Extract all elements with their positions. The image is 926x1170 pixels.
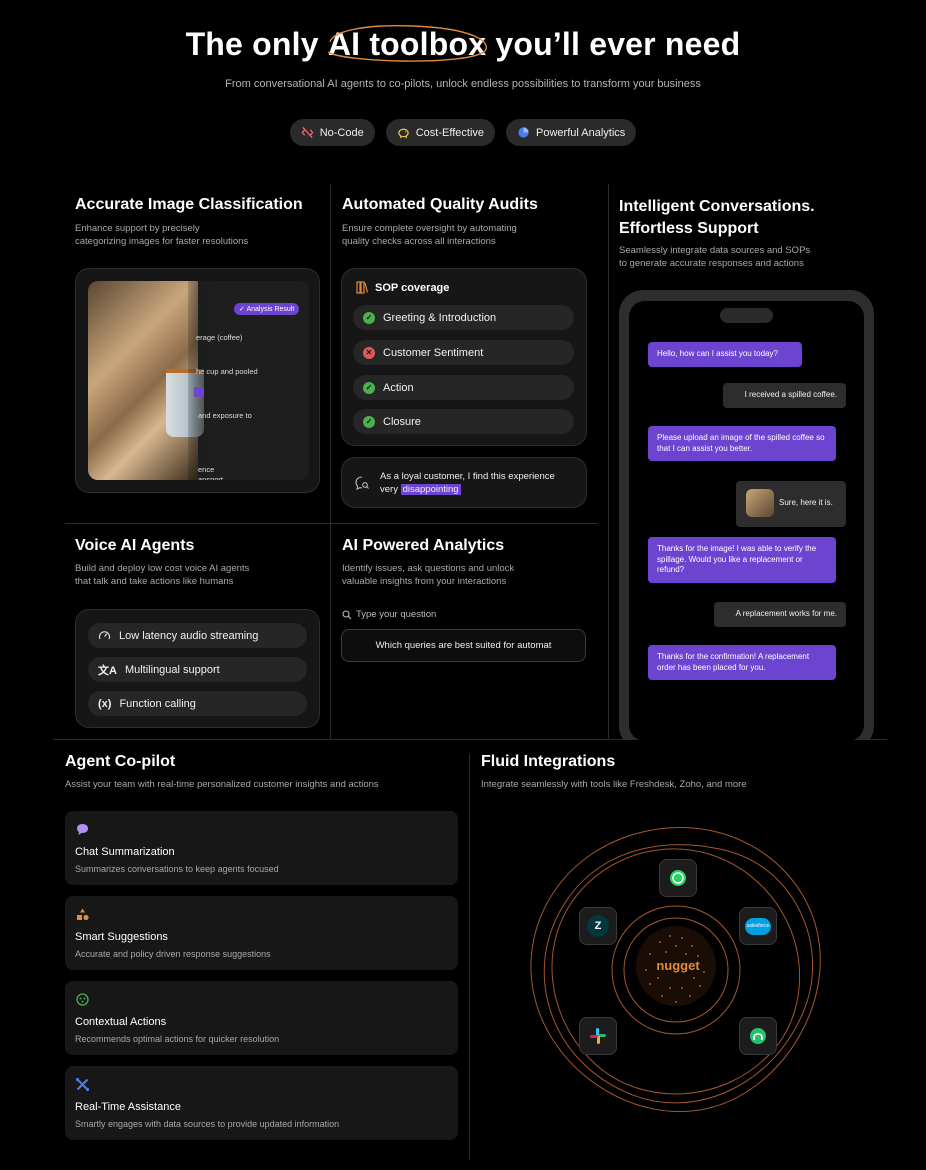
shapes-icon (77, 908, 89, 921)
copilot-card-smart-suggestions: Smart Suggestions Accurate and policy dr… (65, 896, 458, 970)
voice-feature: Low latency audio streaming (88, 623, 307, 648)
analysis-line: erage (coffee) (196, 333, 243, 342)
analysis-result-badge: ✓ Analysis Result (234, 303, 300, 315)
copilot-card-realtime-assistance: Real-Time Assistance Smartly engages wit… (65, 1066, 458, 1140)
analysis-line: ansport (198, 475, 224, 480)
phone-notch (720, 308, 773, 323)
translate-icon: 文A (98, 664, 117, 677)
analytics-title: AI Powered Analytics (342, 537, 505, 554)
hero-title-pre: The only (185, 26, 328, 62)
analytics-query-input[interactable]: Which queries are best suited for automa… (341, 629, 586, 662)
sentiment-quote: As a loyal customer, I find this experie… (380, 471, 555, 495)
books-icon (356, 281, 368, 294)
quality-audits-title: Automated Quality Audits (342, 196, 538, 213)
voice-feature: (x) Function calling (88, 691, 307, 716)
coffee-image: ✓ Analysis Result erage (coffee) he cup … (88, 281, 309, 480)
target-icon (76, 993, 89, 1006)
piggy-bank-icon (397, 128, 409, 139)
drag-handle[interactable] (194, 387, 204, 397)
voice-title: Voice AI Agents (75, 537, 195, 554)
chat-bubble-user: I received a spilled coffee. (723, 383, 846, 408)
zendesk-icon[interactable]: Z (579, 907, 617, 945)
tools-icon (75, 1077, 90, 1092)
conversations-title: Intelligent Conversations. Effortless Sup… (619, 198, 815, 237)
coffee-thumbnail[interactable] (746, 489, 774, 517)
analysis-line: and exposure to (198, 411, 252, 420)
no-code-icon (301, 126, 314, 139)
analytics-search-label: Type your question (342, 609, 436, 620)
quality-audits-desc: Ensure complete oversight by automating q… (342, 223, 517, 247)
chat-bubble-user: A replacement works for me. (714, 602, 846, 627)
divider (65, 523, 598, 524)
whatsapp-icon[interactable] (659, 859, 697, 897)
voice-feature: 文A Multilingual support (88, 657, 307, 682)
divider (330, 184, 331, 739)
copilot-desc: Assist your team with real-time personal… (65, 779, 379, 790)
analytics-desc: Identify issues, ask questions and unloc… (342, 563, 515, 587)
analysis-line: ence (198, 465, 215, 474)
analysis-line: he cup and pooled (196, 367, 258, 376)
copilot-title: Agent Co-pilot (65, 753, 176, 770)
check-icon: ✓ (363, 415, 375, 428)
feature-chips: No-Code Cost-Effective Powerful Analytic… (0, 119, 926, 146)
check-icon: ✓ (363, 311, 375, 324)
salesforce-icon[interactable]: salesforce (739, 907, 777, 945)
nugget-logo: nugget (656, 958, 700, 973)
chip-no-code: No-Code (289, 119, 375, 146)
chip-cost-effective: Cost-Effective (385, 119, 496, 146)
search-icon (342, 609, 352, 619)
chat-bubble-bot: Thanks for the image! I was able to veri… (648, 537, 836, 583)
highlighted-word: disappointing (400, 484, 461, 495)
image-classification-card: ✓ Analysis Result erage (coffee) he cup … (75, 268, 320, 493)
sop-coverage-header: SOP coverage (356, 281, 449, 294)
hero-subtitle: From conversational AI agents to co-pilo… (225, 78, 701, 90)
cross-icon: ✕ (363, 346, 375, 359)
chat-bubble-bot: Thanks for the confirmation! A replaceme… (648, 645, 836, 680)
chat-search-icon (355, 476, 369, 490)
integrations-title: Fluid Integrations (481, 753, 616, 770)
hero-title: The only AI toolbox you’ll ever need (0, 24, 926, 63)
integrations-desc: Integrate seamlessly with tools like Fre… (481, 779, 747, 790)
voice-card: Low latency audio streaming 文A Multiling… (75, 609, 320, 728)
divider (469, 740, 470, 1160)
freshdesk-icon[interactable] (739, 1017, 777, 1055)
image-classification-desc: Enhance support by precisely categorizing… (75, 223, 249, 247)
chat-bubble-bot: Please upload an image of the spilled co… (648, 426, 836, 461)
hero-title-highlight: AI toolbox (327, 24, 487, 63)
conversations-desc: Seamlessly integrate data sources and SO… (619, 245, 811, 269)
speedometer-icon (98, 631, 111, 640)
sop-coverage-card: SOP coverage ✓ Greeting & Introduction ✕ C… (341, 268, 587, 446)
chat-bubble-bot: Hello, how can I assist you today? (648, 342, 802, 367)
copilot-card-contextual-actions: Contextual Actions Recommends optimal ac… (65, 981, 458, 1055)
image-classification-title: Accurate Image Classification (75, 196, 303, 213)
pie-chart-icon (518, 127, 529, 138)
hero-title-post: you’ll ever need (486, 26, 741, 62)
sop-item: ✓ Greeting & Introduction (353, 305, 574, 330)
divider (608, 184, 609, 739)
check-icon: ✓ (363, 381, 375, 394)
sentiment-quote-card: As a loyal customer, I find this experie… (341, 457, 587, 508)
chat-bubble-icon (77, 824, 88, 835)
sop-item: ✕ Customer Sentiment (353, 340, 574, 365)
chip-powerful-analytics: Powerful Analytics (506, 119, 637, 146)
slack-icon[interactable] (579, 1017, 617, 1055)
copilot-card-chat-summarization: Chat Summarization Summarizes conversati… (65, 811, 458, 885)
sop-item: ✓ Action (353, 375, 574, 400)
function-icon: (x) (98, 697, 112, 710)
voice-desc: Build and deploy low cost voice AI agent… (75, 563, 250, 587)
sop-item: ✓ Closure (353, 409, 574, 434)
chat-bubble-user-image: Sure, here it is. (736, 481, 846, 527)
